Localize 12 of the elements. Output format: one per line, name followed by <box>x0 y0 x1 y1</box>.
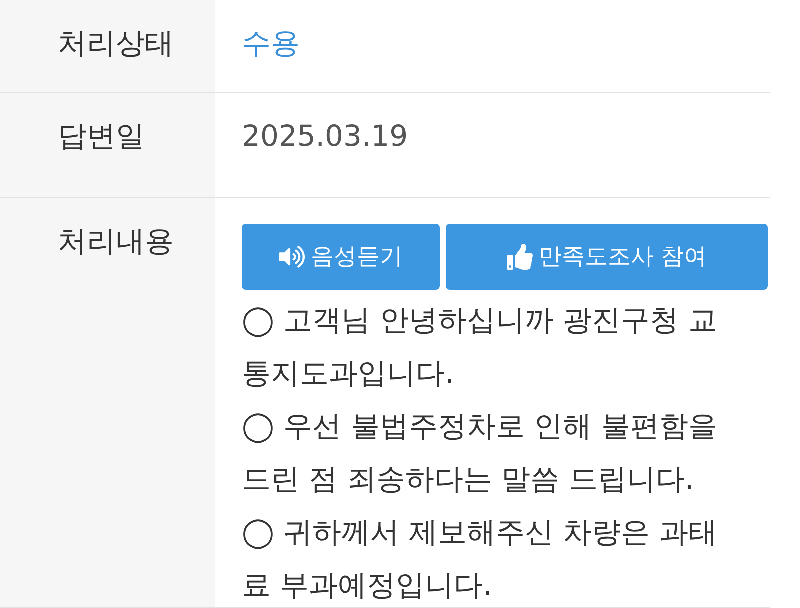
field-label: 처리상태 <box>58 26 174 60</box>
thumbs-up-icon <box>506 244 533 270</box>
date-value: 2025.03.19 <box>242 119 408 153</box>
listen-button[interactable]: 음성듣기 <box>242 224 440 290</box>
survey-button[interactable]: 만족도조사 참여 <box>446 224 768 290</box>
field-label: 처리내용 <box>58 224 174 258</box>
status-value: 수용 <box>242 26 300 60</box>
answer-paragraph: ◯ 고객님 안녕하십니까 광진구청 교통지도과입니다. <box>242 302 718 392</box>
speaker-icon <box>279 244 305 270</box>
field-label: 답변일 <box>58 119 145 153</box>
answer-paragraph: ◯ 귀하께서 제보해주신 차량은 과태료 부과예정입니다. <box>242 514 718 604</box>
answer-paragraph: ◯ 우선 불법주정차로 인해 불편함을 드린 점 죄송하다는 말씀 드립니다. <box>242 408 718 498</box>
